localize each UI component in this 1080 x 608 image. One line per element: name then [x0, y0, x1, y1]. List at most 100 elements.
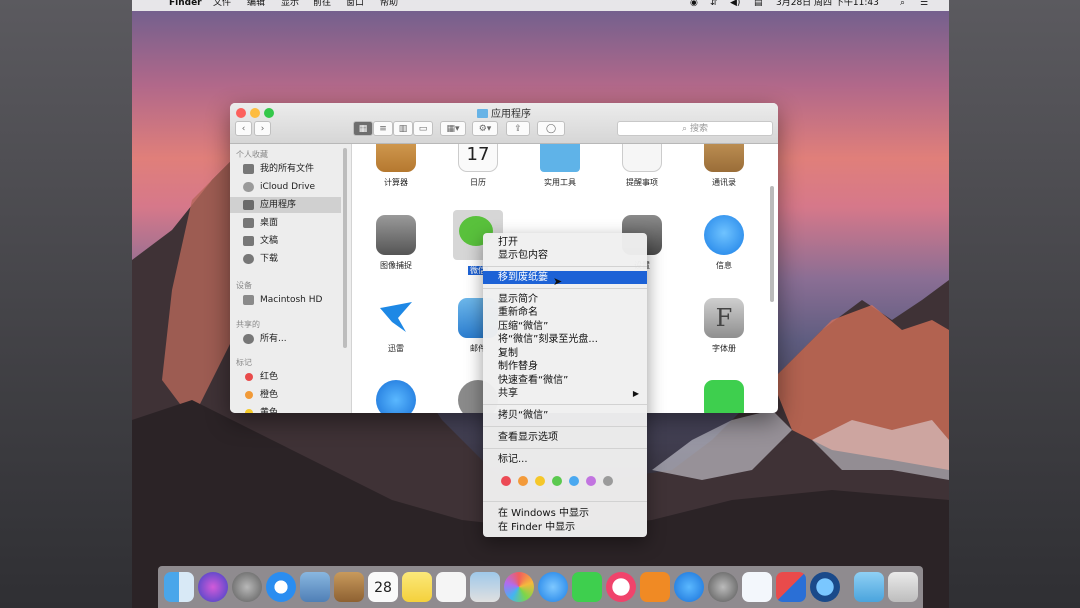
- messages-dock-icon[interactable]: [538, 572, 568, 602]
- calendar-icon: 17: [458, 144, 498, 172]
- volume-icon[interactable]: ◀︎): [730, 0, 740, 9]
- tag-gray-dot[interactable]: [603, 476, 613, 486]
- menu-show-package[interactable]: 显示包内容: [483, 249, 647, 262]
- menu-app-name[interactable]: Finder: [169, 0, 202, 9]
- app-facetime[interactable]: [684, 380, 764, 413]
- photos-dock-icon[interactable]: [504, 572, 534, 602]
- sidebar-item-shared-all[interactable]: 所有...: [230, 331, 341, 347]
- action-gear-icon[interactable]: ⚙▾: [472, 121, 498, 136]
- system-preferences-dock-icon[interactable]: [708, 572, 738, 602]
- app-image-capture[interactable]: 图像捕捉: [356, 215, 436, 271]
- sidebar-item-icloud[interactable]: iCloud Drive: [230, 179, 341, 195]
- sidebar-item-downloads[interactable]: 下载: [230, 251, 341, 267]
- window-toolbar: 应用程序 ‹ › ▦ ≡ ▥ ▭ ▦▾ ⚙▾ ⇪ ◯ ⌕ 搜索: [230, 103, 778, 144]
- downloads-folder-dock-icon[interactable]: [854, 572, 884, 602]
- content-scrollbar[interactable]: [770, 186, 774, 302]
- menu-separator: [483, 501, 647, 502]
- itunes-dock-icon[interactable]: [606, 572, 636, 602]
- app-calculator[interactable]: 计算器: [356, 144, 436, 188]
- input-method-icon[interactable]: ▤: [754, 0, 763, 9]
- tag-red-dot[interactable]: [501, 476, 511, 486]
- photo-booth-dock-icon[interactable]: [470, 572, 500, 602]
- menu-share[interactable]: 共享 ▶: [483, 387, 647, 400]
- finder-dock-icon[interactable]: [164, 572, 194, 602]
- sidebar-item-desktop[interactable]: 桌面: [230, 215, 341, 231]
- menu-edit[interactable]: 编辑: [247, 0, 265, 9]
- app-messages[interactable]: 信息: [684, 215, 764, 271]
- tag-orange-dot[interactable]: [518, 476, 528, 486]
- menu-go[interactable]: 前往: [313, 0, 331, 9]
- sidebar-tag-yellow[interactable]: 黄色: [230, 405, 341, 413]
- trash-dock-icon[interactable]: [888, 572, 918, 602]
- search-input[interactable]: ⌕ 搜索: [617, 121, 773, 136]
- menu-clock[interactable]: 3月28日 周四 下午11:43: [776, 0, 879, 9]
- preview-dock-icon[interactable]: [300, 572, 330, 602]
- facetime-dock-icon[interactable]: [572, 572, 602, 602]
- tag-green-dot[interactable]: [552, 476, 562, 486]
- menu-view-options[interactable]: 查看显示选项: [483, 431, 647, 444]
- tag-blue-dot[interactable]: [569, 476, 579, 486]
- menu-file[interactable]: 文件: [213, 0, 231, 9]
- ibooks-dock-icon[interactable]: [640, 572, 670, 602]
- back-button[interactable]: ‹: [235, 121, 252, 136]
- share-button[interactable]: ⇪: [506, 121, 530, 136]
- safari-dock-icon[interactable]: [266, 572, 296, 602]
- group-by-button[interactable]: ▦▾: [440, 121, 466, 136]
- launchpad-dock-icon[interactable]: [232, 572, 262, 602]
- menu-show-in-finder[interactable]: 在 Finder 中显示: [483, 521, 647, 534]
- menu-window[interactable]: 窗口: [346, 0, 364, 9]
- sidebar-tag-red[interactable]: 红色: [230, 369, 341, 385]
- menu-copy[interactable]: 拷贝“微信”: [483, 409, 647, 422]
- list-view-button[interactable]: ≡: [373, 121, 393, 136]
- app-app-store[interactable]: [356, 380, 436, 413]
- menu-help[interactable]: 帮助: [380, 0, 398, 9]
- menu-show-in-windows[interactable]: 在 Windows 中显示: [483, 507, 647, 520]
- notification-center-icon[interactable]: ☰: [920, 0, 928, 9]
- menu-duplicate[interactable]: 复制: [483, 347, 647, 360]
- menu-tags[interactable]: 标记...: [483, 453, 647, 466]
- tag-yellow-dot[interactable]: [535, 476, 545, 486]
- menu-make-alias[interactable]: 制作替身: [483, 360, 647, 373]
- app-contacts[interactable]: 通讯录: [684, 144, 764, 188]
- app-font-book[interactable]: F 字体册: [684, 298, 764, 354]
- menu-rename[interactable]: 重新命名: [483, 306, 647, 319]
- tag-purple-dot[interactable]: [586, 476, 596, 486]
- app-store-dock-icon[interactable]: [674, 572, 704, 602]
- menu-separator: [483, 288, 647, 289]
- column-view-button[interactable]: ▥: [393, 121, 413, 136]
- sync-icon[interactable]: ⇵: [710, 0, 718, 9]
- app-reminders[interactable]: 提醒事项: [602, 144, 682, 188]
- menu-quick-look[interactable]: 快速查看“微信”: [483, 374, 647, 387]
- calendar-dock-icon[interactable]: 28: [368, 572, 398, 602]
- forward-button[interactable]: ›: [254, 121, 271, 136]
- spotlight-icon[interactable]: ⌕: [900, 0, 905, 9]
- app-utilities[interactable]: 实用工具: [520, 144, 600, 188]
- menu-move-to-trash[interactable]: 移到废纸篓: [483, 271, 647, 284]
- sidebar-item-all-files[interactable]: 我的所有文件: [230, 161, 341, 177]
- notes-dock-icon[interactable]: [402, 572, 432, 602]
- menu-compress[interactable]: 压缩“微信”: [483, 320, 647, 333]
- app-calendar[interactable]: 17 日历: [438, 144, 518, 188]
- menu-open[interactable]: 打开: [483, 236, 647, 249]
- menu-get-info[interactable]: 显示简介: [483, 293, 647, 306]
- parallels-dock-icon[interactable]: [776, 572, 806, 602]
- siri-dock-icon[interactable]: [198, 572, 228, 602]
- contacts-dock-icon[interactable]: [334, 572, 364, 602]
- sidebar-item-macintosh-hd[interactable]: Macintosh HD: [230, 292, 341, 308]
- sidebar-item-documents[interactable]: 文稿: [230, 233, 341, 249]
- sidebar-tag-orange[interactable]: 橙色: [230, 387, 341, 403]
- reminders-dock-icon[interactable]: [436, 572, 466, 602]
- menu-burn-disc[interactable]: 将“微信”刻录至光盘...: [483, 333, 647, 346]
- quicktime-dock-icon[interactable]: [810, 572, 840, 602]
- sidebar-scrollbar[interactable]: [343, 148, 347, 348]
- menu-view[interactable]: 显示: [281, 0, 299, 9]
- sidebar-item-applications[interactable]: 应用程序: [230, 197, 341, 213]
- cover-flow-button[interactable]: ▭: [413, 121, 433, 136]
- thunder-dock-icon[interactable]: [742, 572, 772, 602]
- tag-button[interactable]: ◯: [537, 121, 565, 136]
- icon-view-button[interactable]: ▦: [353, 121, 373, 136]
- red-tag-dot: [245, 373, 253, 381]
- menu-bar: Finder 文件 编辑 显示 前往 窗口 帮助 ◉ ⇵ ◀︎) ▤ 3月28日…: [132, 0, 949, 11]
- app-thunder[interactable]: 迅雷: [356, 298, 436, 354]
- record-icon[interactable]: ◉: [690, 0, 698, 9]
